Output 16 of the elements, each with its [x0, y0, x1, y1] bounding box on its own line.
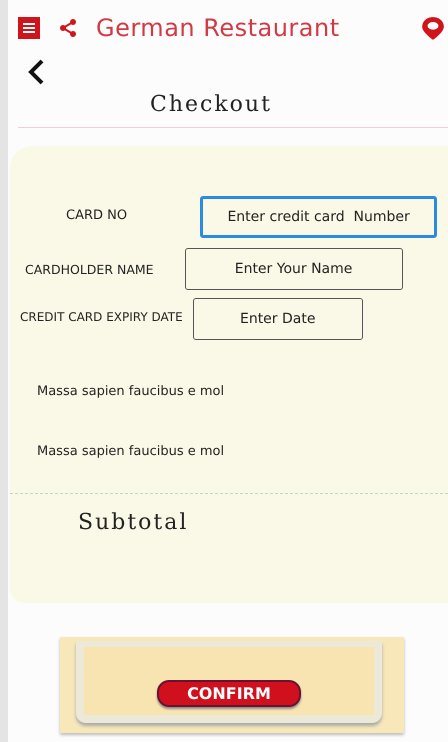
field-label: CARDHOLDER NAME — [25, 262, 154, 277]
note-text: Massa sapien faucibus e mol — [37, 444, 226, 459]
app-title: German Restaurant — [96, 14, 340, 42]
confirm-button[interactable]: CONFIRM — [157, 680, 301, 707]
note-text: Massa sapien faucibus e mol — [37, 384, 226, 399]
input-field[interactable]: Enter credit card Number — [200, 196, 438, 238]
page-title: Checkout — [150, 92, 273, 117]
field-label: CARD NO — [66, 208, 128, 223]
back-icon[interactable] — [26, 58, 46, 86]
field-label: CREDIT CARD EXPIRY DATE — [20, 310, 183, 324]
subtotal-label: Subtotal — [78, 510, 190, 535]
input-field[interactable]: Enter Date — [192, 298, 363, 340]
menu-icon[interactable] — [18, 17, 40, 39]
share-icon[interactable] — [58, 18, 78, 38]
input-field[interactable]: Enter Your Name — [184, 248, 403, 290]
location-pin-icon[interactable] — [420, 15, 446, 41]
